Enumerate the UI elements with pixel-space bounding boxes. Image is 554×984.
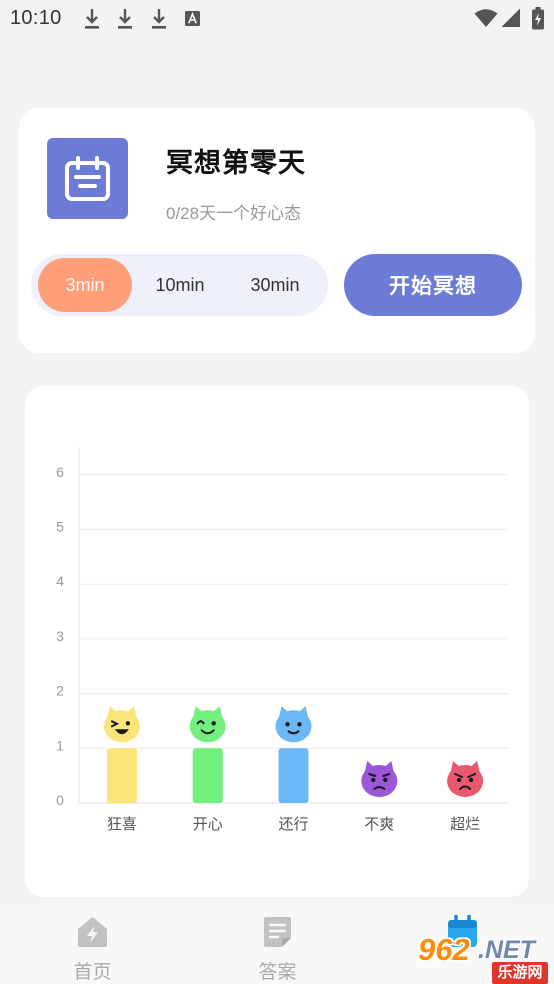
mood-chart-card: 0 1 2 3 4 5 6 狂喜 开心 还行 不爽 超烂 [25,386,529,897]
y-tick-label: 3 [56,628,64,644]
x-tick-label: 还行 [278,816,308,833]
calendar-icon [47,138,128,219]
a-letter-icon [185,11,200,26]
y-tick-label: 1 [56,737,64,753]
mood-bar-chart: 0 1 2 3 4 5 6 狂喜 开心 还行 不爽 超烂 [56,447,508,833]
meditation-card: 冥想第零天 0/28天一个好心态 3min 10min 30min 开始冥想 [19,108,535,353]
nav-item-home[interactable]: 首页 [0,905,185,984]
watermark-domain: .NET [478,936,535,964]
x-tick-label: 超烂 [450,816,480,833]
x-tick-label: 狂喜 [107,816,137,833]
nav-label-answers: 答案 [258,962,297,983]
duration-option-10min[interactable]: 10min [133,258,227,312]
duration-option-30min[interactable]: 30min [228,258,322,312]
ecstatic-face-icon [103,706,140,743]
site-watermark-logo: 962 .NET 乐游网 [414,930,550,984]
y-tick-label: 0 [56,792,64,808]
y-tick-label: 5 [56,519,64,535]
battery-icon [532,7,544,30]
awful-face-icon [447,761,484,797]
bar-3 [278,748,309,803]
y-tick-label: 2 [56,683,64,699]
watermark-name: 乐游网 [492,962,548,984]
y-tick-label: 4 [56,573,64,589]
status-time: 10:10 [10,7,62,29]
bar-2 [192,748,223,803]
meditation-title: 冥想第零天 [166,148,306,178]
download-icon [152,9,166,29]
status-bar: 10:10 [0,0,554,38]
nav-label-home: 首页 [73,962,112,983]
upset-face-icon [361,761,398,797]
nav-item-answers[interactable]: 答案 [185,905,370,984]
download-icon [118,9,132,29]
watermark-number: 962 [418,932,470,967]
signal-icon [501,8,520,27]
document-icon [264,917,291,947]
happy-face-icon [189,706,226,743]
duration-selector: 3min 10min 30min [31,254,328,316]
x-tick-label: 不爽 [364,816,394,833]
bar-1 [106,748,137,803]
wifi-icon [474,9,498,27]
x-tick-label: 开心 [193,816,223,833]
download-icon [85,9,99,29]
meditation-progress-text: 0/28天一个好心态 [166,204,302,223]
y-tick-label: 6 [56,464,64,480]
home-icon [78,917,107,947]
start-meditation-button[interactable]: 开始冥想 [344,254,522,316]
duration-option-3min[interactable]: 3min [38,258,132,312]
okay-face-icon [275,706,312,743]
